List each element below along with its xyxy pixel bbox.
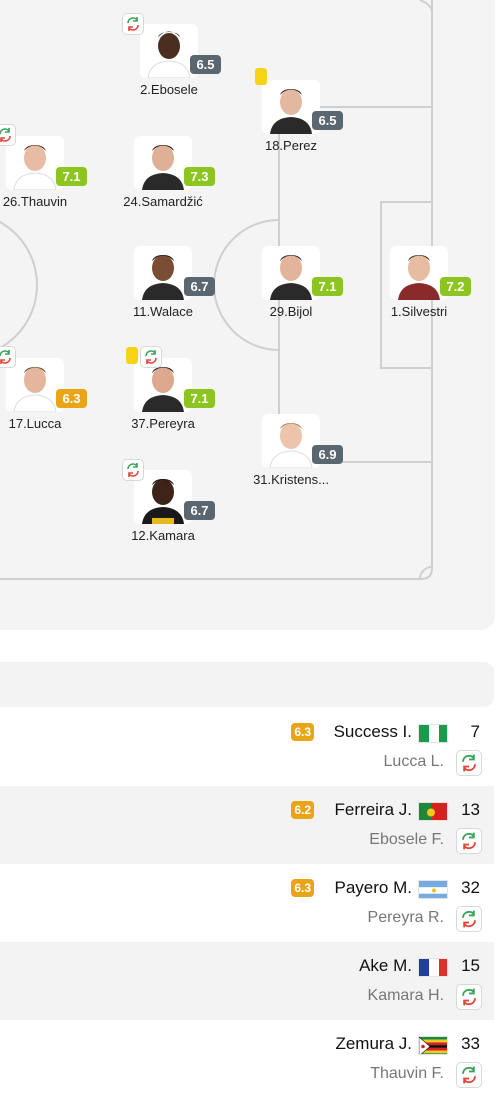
player-name: 18.Perez bbox=[264, 138, 318, 153]
substitution-icon bbox=[0, 124, 16, 146]
replaced-player-name: Pereyra R. bbox=[367, 909, 444, 926]
substitute-rating: 6.2 bbox=[291, 801, 314, 819]
player-name: 26.Thauvin bbox=[2, 194, 68, 209]
portugal-flag-icon bbox=[418, 802, 448, 821]
substitution-icon bbox=[122, 13, 144, 35]
argentina-flag-icon bbox=[418, 880, 448, 899]
yellow-card-icon bbox=[255, 68, 267, 85]
substitute-row[interactable]: 6.3 Payero M. 32 Pereyra R. bbox=[0, 864, 494, 942]
player-name: 37.Pereyra bbox=[131, 416, 195, 431]
substitution-icon bbox=[122, 459, 144, 481]
substitute-number: 15 bbox=[461, 956, 480, 975]
substitute-row[interactable]: 6.3 Success I. 7 Lucca L. bbox=[0, 708, 494, 786]
substitute-number: 33 bbox=[461, 1034, 480, 1053]
substitute-name: Ake M. bbox=[359, 956, 412, 975]
substitute-name: Success I. bbox=[333, 722, 412, 741]
replaced-player-name: Thauvin F. bbox=[370, 1065, 444, 1082]
substitution-icon bbox=[456, 828, 482, 854]
player-rating: 6.5 bbox=[190, 55, 221, 74]
substitution-icon bbox=[456, 906, 482, 932]
substitute-name: Payero M. bbox=[334, 878, 412, 897]
player-name: 24.Samardžić bbox=[123, 194, 203, 209]
player-rating: 7.1 bbox=[184, 389, 215, 408]
player-rating: 6.9 bbox=[312, 445, 343, 464]
substitute-row[interactable]: Zemura J. 33 Thauvin F. bbox=[0, 1020, 494, 1094]
player-name: 17.Lucca bbox=[8, 416, 62, 431]
player-rating: 7.1 bbox=[56, 167, 87, 186]
player-rating: 7.1 bbox=[312, 277, 343, 296]
substitution-icon bbox=[0, 346, 16, 368]
substitutes-header bbox=[0, 662, 494, 707]
nigeria-flag-icon bbox=[418, 724, 448, 743]
substitute-number: 7 bbox=[470, 722, 480, 741]
player-rating: 7.2 bbox=[440, 277, 471, 296]
substitution-icon bbox=[456, 750, 482, 776]
substitute-row[interactable]: 6.2 Ferreira J. 13 Ebosele F. bbox=[0, 786, 494, 864]
player-name: 1.Silvestri bbox=[390, 304, 448, 319]
yellow-card-icon bbox=[126, 347, 138, 364]
substitute-name: Zemura J. bbox=[335, 1034, 412, 1053]
substitution-icon bbox=[140, 346, 162, 368]
replaced-player-name: Kamara H. bbox=[367, 987, 444, 1004]
player-name: 2.Ebosele bbox=[140, 82, 198, 97]
zimbabwe-flag-icon bbox=[418, 1036, 448, 1055]
substitution-icon bbox=[456, 1062, 482, 1088]
substitute-rating: 6.3 bbox=[291, 723, 314, 741]
replaced-player-name: Lucca L. bbox=[383, 753, 444, 770]
player-name: 31.Kristens... bbox=[253, 472, 329, 487]
substitute-number: 13 bbox=[461, 800, 480, 819]
substitute-row[interactable]: Ake M. 15 Kamara H. bbox=[0, 942, 494, 1020]
player-name: 29.Bijol bbox=[269, 304, 313, 319]
substitution-icon bbox=[456, 984, 482, 1010]
france-flag-icon bbox=[418, 958, 448, 977]
replaced-player-name: Ebosele F. bbox=[369, 831, 444, 848]
player-rating: 6.7 bbox=[184, 277, 215, 296]
player-rating: 6.3 bbox=[56, 389, 87, 408]
player-rating: 7.3 bbox=[184, 167, 215, 186]
substitute-number: 32 bbox=[461, 878, 480, 897]
player-rating: 6.5 bbox=[312, 111, 343, 130]
substitute-rating: 6.3 bbox=[291, 879, 314, 897]
player-name: 11.Walace bbox=[133, 304, 193, 319]
player-name: 12.Kamara bbox=[131, 528, 195, 543]
substitute-name: Ferreira J. bbox=[334, 800, 412, 819]
player-rating: 6.7 bbox=[184, 501, 215, 520]
